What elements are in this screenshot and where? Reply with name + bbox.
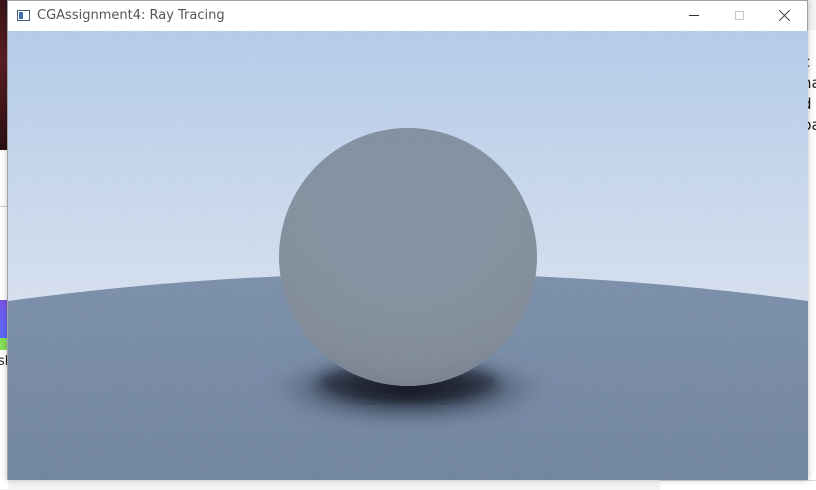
- title-bar[interactable]: CGAssignment4: Ray Tracing: [8, 1, 807, 31]
- close-icon: [779, 9, 791, 21]
- minimize-icon: [689, 15, 699, 16]
- maximize-icon: [735, 11, 744, 20]
- minimize-button[interactable]: [671, 1, 717, 31]
- close-button[interactable]: [762, 1, 808, 31]
- window-title: CGAssignment4: Ray Tracing: [37, 8, 225, 23]
- maximize-button[interactable]: [717, 1, 763, 31]
- rendered-scene: [8, 31, 808, 480]
- render-canvas[interactable]: [8, 31, 808, 480]
- ray-tracing-window[interactable]: CGAssignment4: Ray Tracing: [7, 0, 808, 480]
- render-noise: [8, 31, 808, 480]
- app-icon: [17, 10, 30, 21]
